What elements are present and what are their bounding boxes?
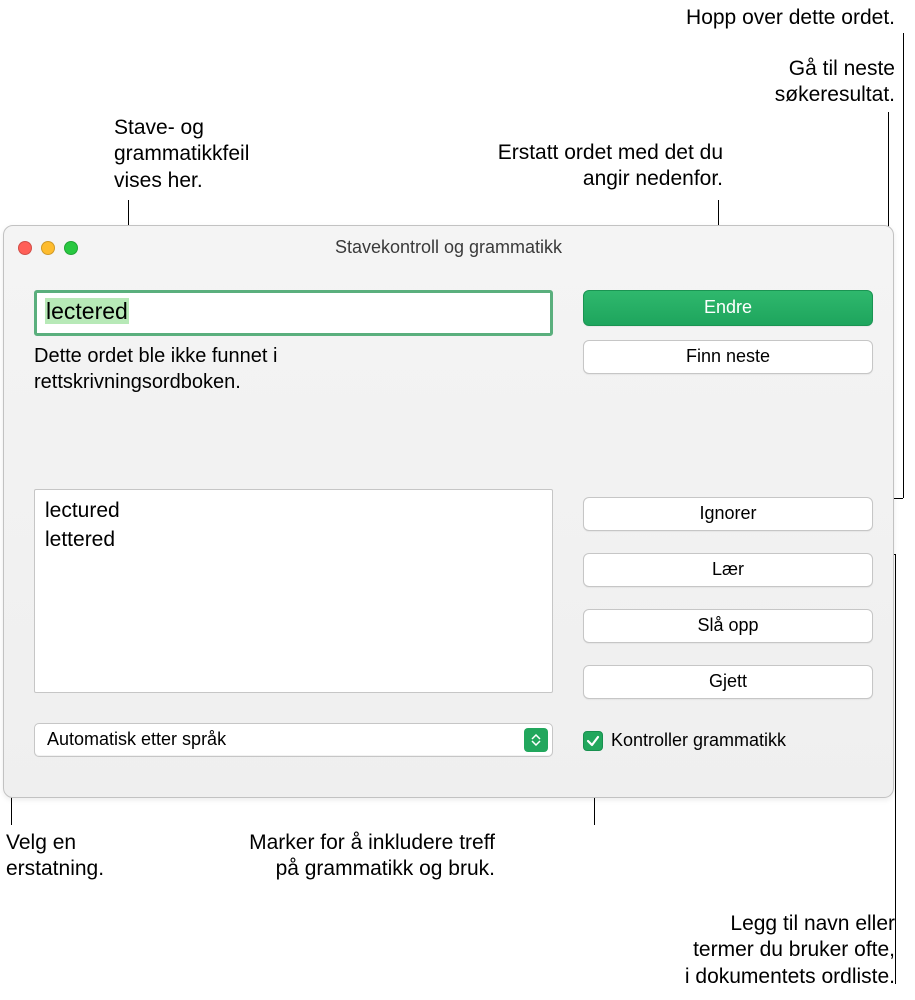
callout-skip: Hopp over dette ordet. — [686, 5, 895, 31]
titlebar: Stavekontroll og grammatikk — [4, 226, 893, 270]
guess-button[interactable]: Gjett — [583, 665, 873, 699]
learn-button[interactable]: Lær — [583, 553, 873, 587]
spellcheck-window: Stavekontroll og grammatikk lectered Det… — [3, 225, 894, 798]
callout-replace: Erstatt ordet med det du angir nedenfor. — [498, 140, 723, 193]
grammar-checkbox-label: Kontroller grammatikk — [611, 729, 786, 752]
language-select[interactable]: Automatisk etter språk — [34, 723, 553, 757]
misspelled-word: lectered — [45, 298, 129, 324]
ignore-button[interactable]: Ignorer — [583, 497, 873, 531]
list-item[interactable]: lettered — [45, 525, 542, 554]
window-title: Stavekontroll og grammatikk — [4, 236, 893, 259]
status-message: Dette ordet ble ikke funnet i rettskrivn… — [34, 343, 553, 395]
misspelled-word-field[interactable]: lectered — [34, 290, 553, 336]
leader — [895, 554, 896, 984]
find-next-button[interactable]: Finn neste — [583, 340, 873, 374]
callout-pick: Velg en erstatning. — [6, 830, 104, 883]
language-value: Automatisk etter språk — [47, 728, 226, 751]
callout-next: Gå til neste søkeresultat. — [775, 56, 895, 109]
chevron-up-down-icon — [524, 728, 548, 752]
leader — [903, 33, 904, 498]
grammar-checkbox[interactable] — [583, 731, 603, 751]
callout-grammar: Marker for å inkludere treff på grammati… — [210, 830, 495, 883]
change-button[interactable]: Endre — [583, 290, 873, 326]
suggestions-list[interactable]: lectured lettered — [34, 489, 553, 693]
callout-learn: Legg til navn eller termer du bruker oft… — [685, 911, 895, 990]
callout-errors: Stave- og grammatikkfeil vises her. — [114, 115, 249, 194]
lookup-button[interactable]: Slå opp — [583, 609, 873, 643]
list-item[interactable]: lectured — [45, 496, 542, 525]
